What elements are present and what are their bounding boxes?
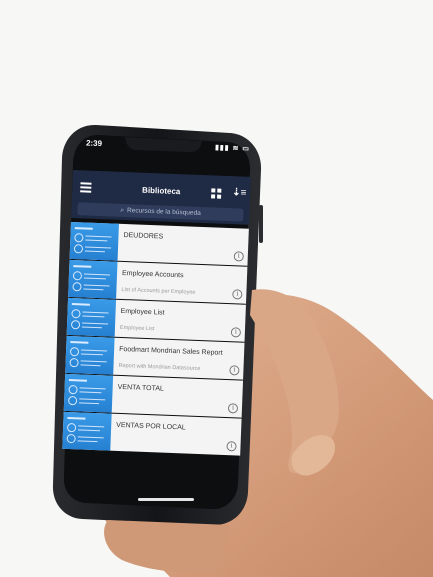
item-subtitle: Employee List	[119, 324, 155, 333]
sort-icon[interactable]: ⇣≡	[232, 187, 247, 199]
info-icon[interactable]: i	[227, 402, 239, 414]
grid-view-icon[interactable]	[211, 188, 222, 199]
list-item[interactable]: VENTA TOTAL i	[63, 373, 244, 418]
status-time: 2:39	[85, 138, 103, 149]
info-icon[interactable]: i	[230, 326, 242, 338]
list-item[interactable]: Employee Accounts List of Accounts per E…	[68, 259, 248, 304]
page-title: Biblioteca	[141, 185, 181, 197]
list-item[interactable]: VENTAS POR LOCAL i	[62, 411, 242, 456]
app-header: Biblioteca ⇣≡ ⌕ Recursos de la búsqueda	[71, 170, 251, 225]
search-placeholder: Recursos de la búsqueda	[126, 207, 201, 217]
status-icons: ▮▮▮ ≋ ▭	[214, 144, 251, 153]
info-icon[interactable]: i	[226, 440, 237, 451]
item-subtitle: Report with Mondrian Datasource	[118, 362, 201, 373]
item-title: Employee List	[120, 307, 165, 317]
list-item[interactable]: Foodmart Mondrian Sales Report Report wi…	[65, 335, 245, 380]
search-icon: ⌕	[120, 206, 125, 214]
info-icon[interactable]: i	[229, 364, 240, 376]
report-thumbnail	[63, 373, 114, 413]
search-input[interactable]: ⌕ Recursos de la búsqueda	[77, 202, 244, 222]
list-item[interactable]: DEUDORES i	[69, 221, 249, 266]
info-icon[interactable]: i	[233, 250, 245, 262]
list-item[interactable]: Employee List Employee List i	[66, 297, 246, 342]
item-title: VENTAS POR LOCAL	[116, 421, 186, 432]
item-title: DEUDORES	[123, 231, 164, 241]
item-title: VENTA TOTAL	[117, 383, 164, 393]
info-icon[interactable]: i	[232, 288, 243, 300]
report-thumbnail	[62, 411, 112, 451]
report-thumbnail	[66, 297, 117, 337]
report-thumbnail	[65, 335, 115, 375]
report-thumbnail	[68, 259, 118, 299]
app-screen: 2:39 ▮▮▮ ≋ ▭ Biblioteca ⇣≡ ⌕ Recursos de …	[61, 138, 251, 477]
home-indicator	[138, 498, 194, 501]
report-list: DEUDORES i Employee Accounts List of Acc…	[62, 221, 249, 457]
item-title: Employee Accounts	[121, 269, 184, 280]
item-title: Foodmart Mondrian Sales Report	[119, 345, 223, 357]
item-subtitle: List of Accounts per Employee	[121, 286, 196, 296]
report-thumbnail	[69, 221, 119, 261]
